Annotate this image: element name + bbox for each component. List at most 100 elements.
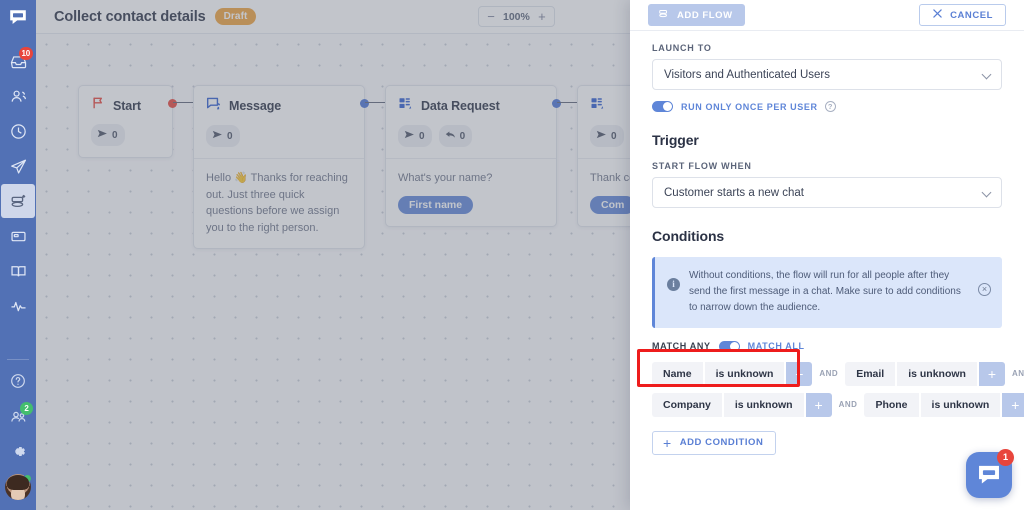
- chat-logo-icon: [8, 7, 28, 32]
- plus-icon: +: [663, 434, 672, 451]
- sidebar-item-team[interactable]: 2: [1, 399, 35, 433]
- book-icon: [9, 262, 28, 281]
- panel-content: LAUNCH TO Visitors and Authenticated Use…: [630, 31, 1024, 510]
- start-node[interactable]: Start 0: [78, 85, 177, 158]
- chatbot-icon: [657, 7, 670, 23]
- sidebar-item-cards[interactable]: [1, 219, 35, 253]
- stat-sent-value: 0: [611, 130, 617, 142]
- left-sidebar: 10 2: [0, 0, 36, 510]
- launch-to-value: Visitors and Authenticated Users: [664, 68, 830, 81]
- data-request-node-tag[interactable]: First name: [398, 195, 474, 214]
- match-mode-toggle[interactable]: [718, 340, 740, 352]
- help-question-icon[interactable]: ?: [824, 101, 836, 112]
- launch-to-select[interactable]: Visitors and Authenticated Users: [652, 59, 1002, 90]
- send-icon: [404, 127, 415, 145]
- condition-add-value-button[interactable]: +: [978, 361, 1005, 386]
- condition-operator[interactable]: is unknown: [704, 361, 785, 386]
- data-request-node-stats: 0 0: [386, 116, 556, 158]
- condition-field[interactable]: Phone: [864, 392, 919, 417]
- condition-operator[interactable]: is unknown: [897, 361, 977, 386]
- team-badge: 2: [20, 402, 33, 415]
- condition-row: Name is unknown + AND Email is unknown +…: [652, 361, 1024, 386]
- message-icon: [206, 96, 221, 116]
- condition-joiner: AND: [838, 400, 858, 410]
- condition-add-value-button[interactable]: +: [1002, 392, 1024, 417]
- sidebar-item-campaigns[interactable]: [1, 149, 35, 183]
- sidebar-item-history[interactable]: [1, 114, 35, 148]
- zoom-in-button[interactable]: +: [532, 7, 552, 26]
- stat-replies: 0: [438, 125, 473, 147]
- condition-add-value-button[interactable]: +: [786, 361, 813, 386]
- conditions-info-box: i Without conditions, the flow will run …: [652, 257, 1002, 328]
- chat-widget-launcher[interactable]: 1: [966, 449, 1014, 498]
- data-request-icon: [590, 96, 605, 116]
- chevron-down-icon: [981, 187, 992, 198]
- stat-sent: 0: [590, 125, 624, 147]
- data-request-node[interactable]: Data Request 0 0 What's your name? First…: [385, 85, 561, 227]
- zoom-out-button[interactable]: −: [481, 7, 501, 26]
- stat-sent: 0: [398, 125, 432, 147]
- sidebar-item-analytics[interactable]: [1, 289, 35, 323]
- message-node[interactable]: Message 0 Hello 👋 Thanks for reaching ou…: [193, 85, 369, 249]
- sidebar-item-settings[interactable]: [1, 434, 35, 468]
- gear-icon: [9, 442, 28, 461]
- start-node-header: Start: [79, 86, 177, 115]
- start-node-connector-dot[interactable]: [168, 99, 177, 108]
- condition-operator[interactable]: is unknown: [723, 392, 804, 417]
- data-request-node-connector-dot[interactable]: [552, 99, 561, 108]
- run-once-row: RUN ONLY ONCE PER USER ?: [652, 101, 1002, 112]
- start-node-title: Start: [113, 98, 141, 113]
- sidebar-item-knowledge-base[interactable]: [1, 254, 35, 288]
- start-flow-label: START FLOW WHEN: [652, 161, 752, 171]
- status-badge: Draft: [214, 8, 257, 25]
- app-root: 10 2 Collect contact details Draft − 100…: [0, 0, 1024, 510]
- condition-field[interactable]: Company: [652, 392, 722, 417]
- conditions-section-title: Conditions: [652, 228, 725, 244]
- data-request-node-2-tag[interactable]: Com: [590, 195, 636, 214]
- add-flow-button[interactable]: ADD FLOW: [648, 4, 745, 26]
- chat-widget-badge: 1: [997, 449, 1014, 466]
- stat-sent-value: 0: [419, 130, 425, 142]
- condition-field[interactable]: Email: [845, 361, 896, 386]
- condition-chip-group-phone[interactable]: Phone is unknown +: [864, 392, 1024, 417]
- avatar[interactable]: [5, 474, 32, 500]
- sidebar-item-contacts[interactable]: [1, 79, 35, 113]
- chatbot-icon: [8, 191, 28, 211]
- start-flow-select[interactable]: Customer starts a new chat: [652, 177, 1002, 208]
- condition-field[interactable]: Name: [652, 361, 703, 386]
- condition-chip-group-name[interactable]: Name is unknown +: [652, 361, 813, 386]
- add-condition-button[interactable]: + ADD CONDITION: [652, 430, 777, 455]
- message-node-text: Hello 👋 Thanks for reaching out. Just th…: [206, 172, 348, 234]
- help-question-icon: [9, 372, 27, 390]
- data-request-node-title: Data Request: [421, 99, 500, 113]
- app-logo[interactable]: [0, 2, 36, 36]
- cancel-label: CANCEL: [950, 9, 993, 21]
- sidebar-nav: 10: [0, 44, 36, 324]
- stat-replies-value: 0: [459, 130, 466, 142]
- condition-operator[interactable]: is unknown: [920, 392, 1001, 417]
- flag-icon: [91, 96, 105, 115]
- sidebar-item-chatbots[interactable]: [1, 184, 35, 218]
- close-circle-icon[interactable]: ×: [978, 283, 991, 296]
- condition-chip-group-email[interactable]: Email is unknown +: [845, 361, 1005, 386]
- pulse-analytics-icon: [9, 297, 28, 316]
- condition-joiner: AND: [819, 369, 839, 379]
- reply-icon: [445, 127, 456, 145]
- cancel-button[interactable]: CANCEL: [919, 4, 1006, 26]
- condition-add-value-button[interactable]: +: [805, 392, 832, 417]
- add-flow-label: ADD FLOW: [677, 9, 733, 21]
- run-once-toggle[interactable]: [652, 101, 673, 112]
- sidebar-bottom-nav: 2: [0, 364, 36, 510]
- match-any-label[interactable]: MATCH ANY: [652, 341, 711, 351]
- launch-to-label: LAUNCH TO: [652, 43, 712, 53]
- condition-chip-group-company[interactable]: Company is unknown +: [652, 392, 832, 417]
- condition-row: Company is unknown + AND Phone is unknow…: [652, 392, 1024, 417]
- sidebar-item-inbox[interactable]: 10: [1, 44, 35, 78]
- message-node-title: Message: [229, 99, 282, 113]
- info-icon: i: [667, 278, 680, 291]
- sidebar-item-help[interactable]: [1, 364, 35, 398]
- match-all-label[interactable]: MATCH ALL: [748, 341, 805, 351]
- send-icon: [212, 127, 223, 145]
- message-node-connector-dot[interactable]: [360, 99, 369, 108]
- conditions-info-text: Without conditions, the flow will run fo…: [689, 270, 961, 314]
